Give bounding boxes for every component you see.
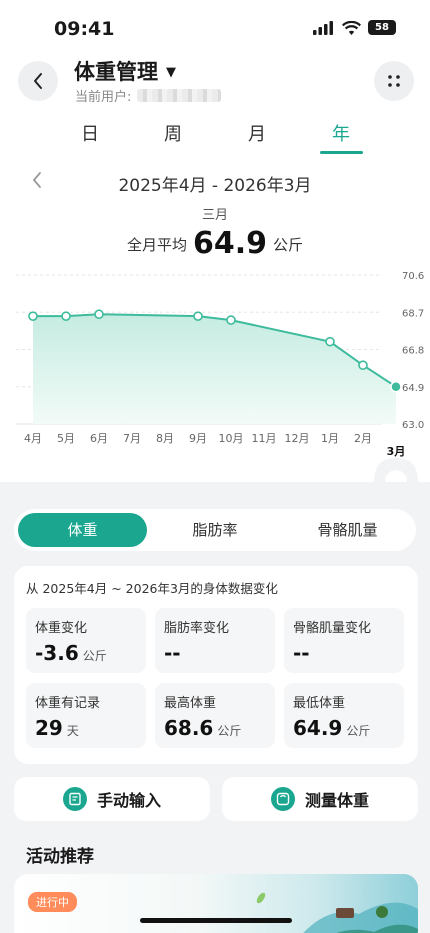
battery-icon: 58 [368, 20, 396, 35]
x-tick-label: 2月 [354, 432, 372, 445]
edit-note-icon [62, 787, 87, 811]
weight-chart[interactable]: 70.6 68.7 66.8 64.9 63.0 4月 5月 6月 7月 8月 9月 10月 11月 12… [0, 260, 430, 482]
stat-label: 脂肪率变化 [164, 621, 230, 636]
data-point [28, 311, 38, 321]
x-tick-label: 12月 [285, 432, 310, 445]
signal-icon [313, 20, 333, 35]
tab-month[interactable]: 月 [227, 120, 287, 146]
measure-weight-button[interactable]: 测量体重 [222, 777, 418, 821]
back-button[interactable] [18, 61, 58, 101]
blurred-username [137, 89, 222, 102]
stat-weight-change: 体重变化 -3.6 公斤 [26, 608, 146, 673]
stat-value: -- [164, 641, 181, 665]
activity-section-title: 活动推荐 [26, 847, 94, 867]
caret-down-icon: ▼ [166, 65, 176, 80]
x-tick-label: 3月 [387, 445, 406, 458]
average-value: 64.9 [192, 226, 268, 261]
active-tab-indicator [320, 151, 363, 154]
y-tick-label: 64.9 [402, 383, 424, 394]
date-range: 2025年4月 - 2026年3月 [118, 176, 312, 196]
banner-illustration [256, 892, 418, 933]
wifi-icon [342, 20, 361, 35]
tab-day[interactable]: 日 [60, 120, 120, 146]
x-tick-label: 5月 [57, 432, 75, 445]
scale-icon [270, 787, 295, 811]
x-tick-label: 11月 [252, 432, 277, 445]
stat-value: 29 天 [35, 716, 79, 740]
data-point [390, 381, 402, 393]
x-tick-label: 8月 [156, 432, 174, 445]
status-icons: 58 [313, 20, 396, 35]
page-title[interactable]: 体重管理 ▼ [74, 56, 176, 86]
segment-muscle[interactable]: 骨骼肌量 [283, 513, 412, 547]
y-tick-label: 66.8 [402, 346, 424, 357]
stat-fat-change: 脂肪率变化 -- [155, 608, 275, 673]
manual-input-button[interactable]: 手动输入 [14, 777, 210, 821]
data-point [358, 360, 368, 370]
segment-weight[interactable]: 体重 [18, 513, 147, 547]
status-time: 09:41 [54, 18, 115, 40]
stat-min-weight: 最低体重 64.9 公斤 [284, 683, 404, 748]
stat-value: -- [293, 641, 310, 665]
summary-title: 从 2025年4月 ~ 2026年3月的身体数据变化 [26, 581, 278, 596]
data-point [325, 336, 335, 347]
period-tabs: 日 周 月 年 [0, 120, 430, 156]
average-weight: 全月平均 64.9 公斤 [0, 226, 430, 261]
data-point [61, 311, 71, 321]
activity-banner[interactable]: 进行中 [14, 874, 418, 933]
stat-value: -3.6 公斤 [35, 641, 107, 665]
x-tick-label: 4月 [24, 432, 42, 445]
chevron-left-icon [34, 73, 42, 89]
current-user-label: 当前用户: [75, 90, 132, 105]
x-tick-label: 10月 [219, 432, 244, 445]
data-point [94, 309, 104, 320]
metric-segmented-control: 体重 脂肪率 骨骼肌量 [14, 509, 416, 551]
y-tick-label: 63.0 [402, 420, 424, 431]
more-button[interactable] [374, 61, 414, 101]
manual-input-label: 手动输入 [96, 791, 161, 810]
page-title-text: 体重管理 [74, 60, 158, 84]
stat-label: 体重变化 [35, 621, 88, 636]
stat-record-days: 体重有记录 29 天 [26, 683, 146, 748]
more-dots-icon [388, 75, 400, 87]
summary-card: 从 2025年4月 ~ 2026年3月的身体数据变化 体重变化 -3.6 公斤 脂… [14, 566, 418, 764]
x-tick-label: 6月 [90, 432, 108, 445]
x-tick-label: 7月 [123, 432, 141, 445]
x-tick-label: 9月 [189, 432, 207, 445]
x-tick-label: 1月 [321, 432, 339, 445]
current-user: 当前用户: [75, 86, 222, 105]
data-point [226, 315, 236, 325]
stat-label: 最高体重 [164, 696, 217, 711]
stat-label: 体重有记录 [35, 696, 101, 711]
stat-value: 68.6 公斤 [164, 716, 242, 740]
selected-month: 三月 [201, 208, 228, 223]
measure-weight-label: 测量体重 [304, 791, 369, 810]
stat-max-weight: 最高体重 68.6 公斤 [155, 683, 275, 748]
stat-label: 骨骼肌量变化 [293, 621, 372, 636]
segment-body-fat[interactable]: 脂肪率 [148, 513, 282, 547]
stat-value: 64.9 公斤 [293, 716, 371, 740]
stat-muscle-change: 骨骼肌量变化 -- [284, 608, 404, 673]
y-tick-label: 70.6 [402, 271, 424, 282]
average-label: 全月平均 [126, 236, 187, 254]
status-bar: 09:41 58 [0, 0, 430, 56]
tab-year[interactable]: 年 [311, 120, 371, 146]
home-indicator [140, 918, 292, 923]
chart-area [33, 314, 396, 424]
stat-label: 最低体重 [293, 696, 346, 711]
data-point [193, 311, 203, 321]
tab-week[interactable]: 周 [143, 120, 203, 146]
average-unit: 公斤 [273, 236, 304, 254]
y-tick-label: 68.7 [402, 308, 424, 319]
